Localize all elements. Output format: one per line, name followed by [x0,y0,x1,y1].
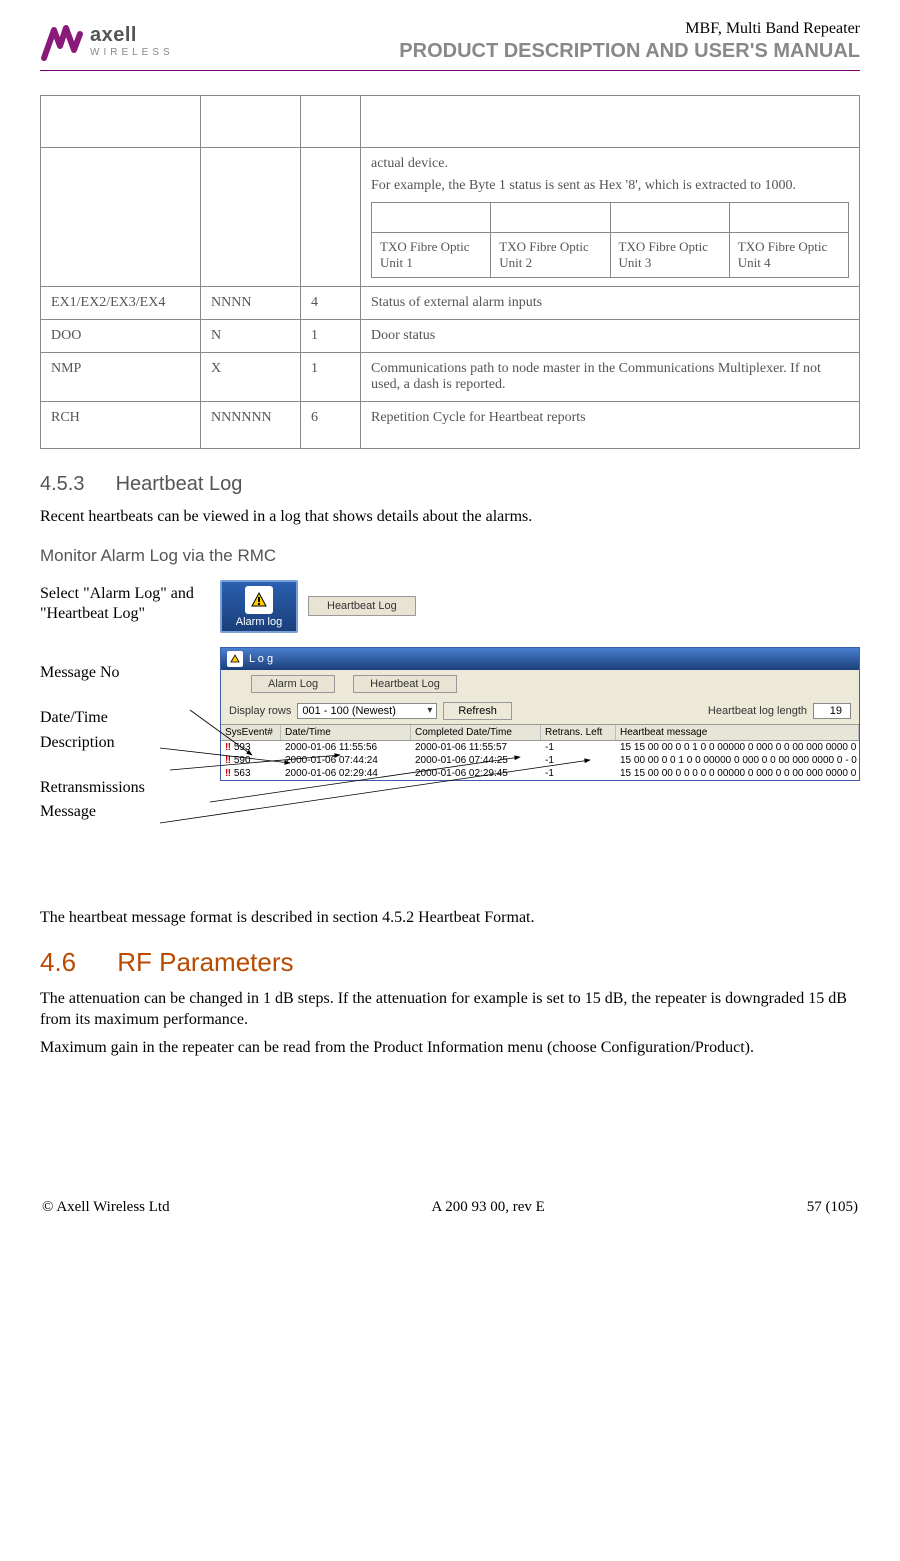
log-row[interactable]: 590 2000-01-06 07:44:24 2000-01-06 07:44… [221,754,859,767]
table-cell-text: For example, the Byte 1 status is sent a… [371,178,849,194]
tab-heartbeat-log[interactable]: Heartbeat Log [353,675,457,693]
inner-cell: TXO Fibre Optic Unit 2 [491,233,610,278]
log-length-label: Heartbeat log length [708,705,807,717]
section-heading-46: 4.6 RF Parameters [40,947,860,978]
brand-sub: WIRELESS [90,47,174,58]
subsection-heading: Monitor Alarm Log via the RMC [40,546,860,566]
log-row[interactable]: 563 2000-01-06 02:29:44 2000-01-06 02:29… [221,767,859,780]
callout-description: Description [40,733,218,754]
log-column-headers: SysEvent# Date/Time Completed Date/Time … [221,724,859,741]
log-length-value: 19 [813,703,851,719]
heartbeat-log-tab[interactable]: Heartbeat Log [308,596,416,616]
footer-left: © Axell Wireless Ltd [42,1199,170,1216]
section-heading-453: 4.5.3 Heartbeat Log [40,473,860,496]
callout-retrans: Retransmissions [40,778,218,799]
inner-table: TXO Fibre Optic Unit 1 TXO Fibre Optic U… [371,202,849,278]
window-icon [227,651,243,667]
page-footer: © Axell Wireless Ltd A 200 93 00, rev E … [40,1199,860,1216]
log-window: L o g Alarm Log Heartbeat Log Display ro… [220,647,860,781]
table-row [41,96,860,148]
log-window-titlebar: L o g [221,648,859,670]
table-cell-text: actual device. [371,156,849,172]
callout-select: Select "Alarm Log" and "Heartbeat Log" [40,584,218,626]
callout-message-no: Message No [40,663,218,684]
table-row: actual device. For example, the Byte 1 s… [41,148,860,287]
refresh-button[interactable]: Refresh [443,702,512,720]
doc-title-line2: PRODUCT DESCRIPTION AND USER'S MANUAL [399,40,860,63]
callout-datetime: Date/Time [40,708,218,729]
brand-logo: axell WIRELESS [40,20,174,64]
table-row: EX1/EX2/EX3/EX4 NNNN 4 Status of externa… [41,287,860,320]
paragraph: Maximum gain in the repeater can be read… [40,1037,860,1059]
paragraph: Recent heartbeats can be viewed in a log… [40,506,860,528]
log-row[interactable]: 593 2000-01-06 11:55:56 2000-01-06 11:55… [221,741,859,754]
footer-right: 57 (105) [807,1199,858,1216]
heartbeat-fields-table: actual device. For example, the Byte 1 s… [40,95,860,449]
alarm-log-button[interactable]: Alarm log [220,580,298,633]
doc-title-line1: MBF, Multi Band Repeater [399,20,860,38]
alarm-log-icon [245,586,273,614]
table-row: DOO N 1 Door status [41,320,860,353]
table-row: RCH NNNNNN 6 Repetition Cycle for Heartb… [41,402,860,449]
footer-mid: A 200 93 00, rev E [432,1199,545,1216]
inner-cell: TXO Fibre Optic Unit 1 [372,233,491,278]
display-rows-dropdown[interactable]: 001 - 100 (Newest) [297,703,437,719]
callout-message: Message [40,802,218,823]
display-rows-label: Display rows [229,705,291,717]
paragraph: The heartbeat message format is describe… [40,907,860,929]
page-header: axell WIRELESS MBF, Multi Band Repeater … [40,20,860,71]
table-row: NMP X 1 Communications path to node mast… [41,353,860,402]
brand-logo-icon [40,20,84,64]
inner-cell: TXO Fibre Optic Unit 4 [729,233,848,278]
paragraph: The attenuation can be changed in 1 dB s… [40,988,860,1031]
inner-cell: TXO Fibre Optic Unit 3 [610,233,729,278]
brand-name: axell [90,24,174,47]
tab-alarm-log[interactable]: Alarm Log [251,675,335,693]
